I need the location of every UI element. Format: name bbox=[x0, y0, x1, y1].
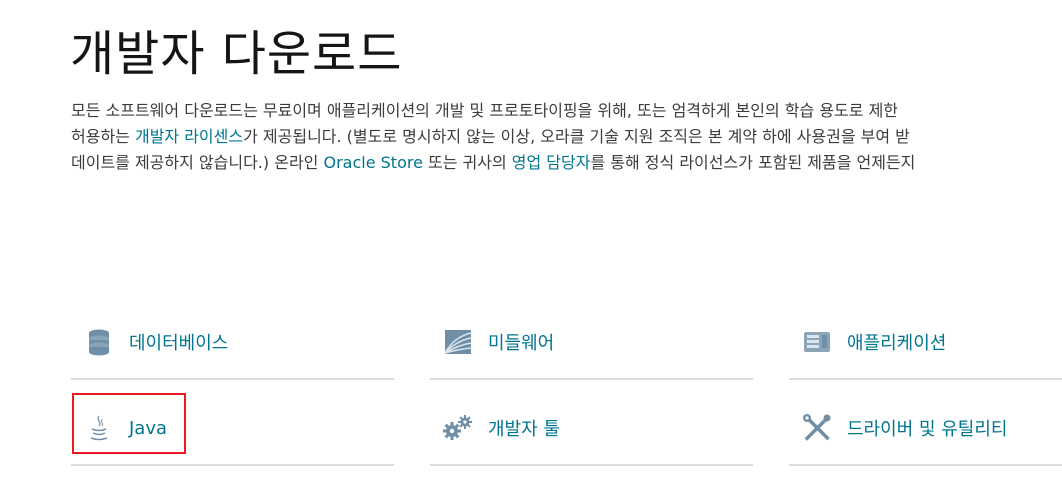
tools-icon bbox=[801, 412, 833, 444]
intro-text: 허용하는 bbox=[71, 127, 135, 146]
intro-line-3: 데이트를 제공하지 않습니다.) 온라인 Oracle Store 또는 귀사의… bbox=[71, 150, 1062, 176]
page-title: 개발자 다운로드 bbox=[70, 26, 403, 82]
database-icon bbox=[83, 326, 115, 358]
application-server-icon bbox=[801, 326, 833, 358]
intro-line-2: 허용하는 개발자 라이센스가 제공됩니다. (별도로 명시하지 않는 이상, 오… bbox=[71, 124, 1062, 150]
oracle-store-link[interactable]: Oracle Store bbox=[323, 153, 422, 172]
category-database[interactable]: 데이터베이스 bbox=[71, 306, 394, 380]
category-developer-tools[interactable]: 개발자 툴 bbox=[430, 392, 753, 466]
developer-license-link[interactable]: 개발자 라이센스 bbox=[135, 127, 243, 146]
category-applications[interactable]: 애플리케이션 bbox=[789, 306, 1062, 380]
intro-text: 가 제공됩니다. (별도로 명시하지 않는 이상, 오라클 기술 지원 조직은 … bbox=[243, 127, 910, 146]
category-middleware[interactable]: 미들웨어 bbox=[430, 306, 753, 380]
sales-rep-link[interactable]: 영업 담당자 bbox=[512, 153, 591, 172]
java-highlight-box bbox=[72, 393, 186, 454]
intro-paragraph: 모든 소프트웨어 다운로드는 무료이며 애플리케이션의 개발 및 프로토타이핑을… bbox=[71, 98, 1062, 176]
intro-text: 데이트를 제공하지 않습니다.) 온라인 bbox=[71, 153, 324, 172]
category-label: 개발자 툴 bbox=[488, 419, 560, 440]
gears-icon bbox=[442, 412, 474, 444]
category-label: 드라이버 및 유틸리티 bbox=[847, 419, 1008, 440]
intro-text: 모든 소프트웨어 다운로드는 무료이며 애플리케이션의 개발 및 프로토타이핑을… bbox=[71, 101, 899, 120]
category-drivers-utilities[interactable]: 드라이버 및 유틸리티 bbox=[789, 392, 1062, 466]
intro-line-1: 모든 소프트웨어 다운로드는 무료이며 애플리케이션의 개발 및 프로토타이핑을… bbox=[71, 98, 1062, 124]
category-label: 애플리케이션 bbox=[847, 333, 947, 354]
middleware-icon bbox=[442, 326, 474, 358]
category-label: 데이터베이스 bbox=[129, 333, 229, 354]
category-label: 미들웨어 bbox=[488, 333, 555, 354]
intro-text: 또는 귀사의 bbox=[422, 153, 512, 172]
intro-text: 를 통해 정식 라이선스가 포함된 제품을 언제든지 bbox=[590, 153, 916, 172]
